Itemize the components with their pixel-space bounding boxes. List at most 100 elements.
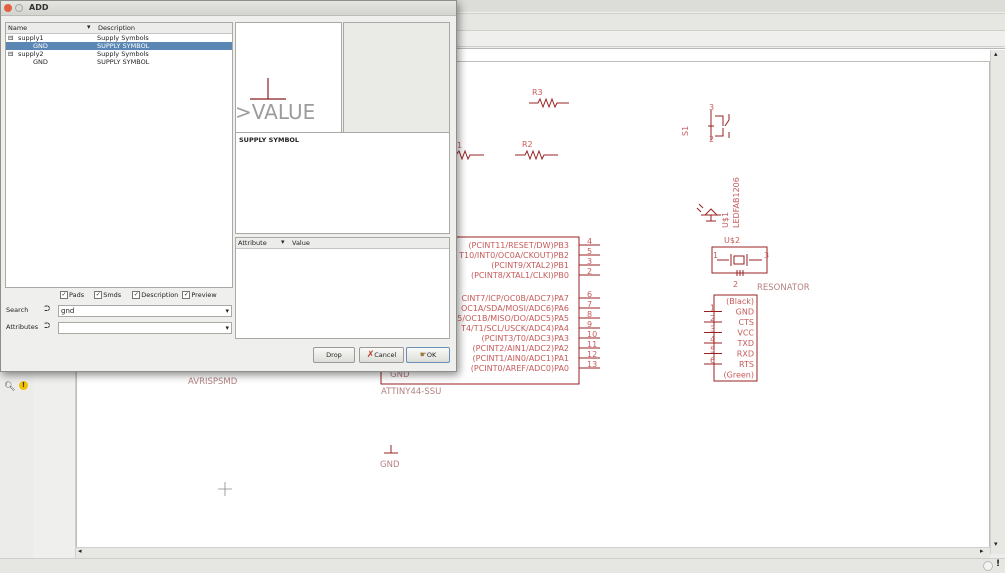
ftdi-pins: (Black) 1 GND 2 CTS 3 VCC 4 TXD 5 RXD 6 RTS (Green) <box>704 297 754 380</box>
ftdi-pin-label: RXD <box>737 350 754 359</box>
zoom-icon[interactable]: 🔍︎ <box>4 382 15 392</box>
resonator-symbol <box>711 246 768 276</box>
info-warning-icon[interactable]: ! <box>19 381 28 390</box>
tree-row[interactable]: GND SUPPLY SYMBOL <box>6 42 232 50</box>
drop-button[interactable]: Drop <box>313 347 355 363</box>
tree-row-description: SUPPLY SYMBOL <box>97 58 150 66</box>
ftdi-pin-label: TXD <box>736 339 754 348</box>
cancel-button[interactable]: ✗Cancel <box>359 347 404 363</box>
tree-row[interactable]: GND SUPPLY SYMBOL <box>6 58 232 66</box>
attiny-pin-label: T4/T1/SCL/USCK/ADC4)PA4 <box>460 324 569 333</box>
tree-header: Name ▾ Description <box>6 23 232 34</box>
attiny-pin-label: (PCINT1/AIN0/ADC1)PA1 <box>473 354 569 363</box>
attiny-pin-number: 5 <box>587 247 592 256</box>
attiny-pin-number: 2 <box>587 267 592 276</box>
r2-label: R2 <box>522 140 533 149</box>
ftdi-pin-label: CTS <box>738 318 754 327</box>
cancel-label: Cancel <box>374 351 397 359</box>
description-checkbox[interactable]: ✓ Description <box>132 291 178 299</box>
drop-label: Drop <box>326 351 342 359</box>
search-value: gnd <box>61 307 75 315</box>
r3-label: R3 <box>532 88 543 97</box>
column-header-description[interactable]: Description <box>98 24 135 32</box>
resonator-label: RESONATOR <box>757 283 810 293</box>
attiny-pin-number: 10 <box>587 330 597 339</box>
r1-label-partial: 1 <box>457 141 462 150</box>
search-dropdown-icon[interactable]: ▾ <box>225 306 229 316</box>
scroll-down-arrow-icon[interactable]: ▾ <box>994 540 998 548</box>
close-icon[interactable] <box>4 4 12 12</box>
attribute-table-header: Attribute ▾ Value <box>236 238 449 249</box>
preview-checkbox[interactable]: ✓ Preview <box>182 291 217 299</box>
maximize-icon[interactable] <box>15 4 23 12</box>
scroll-up-arrow-icon[interactable]: ▴ <box>994 50 998 58</box>
search-input[interactable]: gnd ▾ <box>58 305 232 317</box>
attiny-pin-number: 13 <box>587 360 597 369</box>
vertical-scrollbar[interactable]: ▴ ▾ <box>990 50 1005 554</box>
tree-row-description: SUPPLY SYMBOL <box>97 42 150 50</box>
dialog-title: ADD <box>29 3 49 12</box>
library-tree[interactable]: Name ▾ Description supply1 ⊟ Supply Symbol… <box>5 22 233 288</box>
search-label: Search <box>6 306 29 314</box>
attributes-dropdown-icon[interactable]: ▾ <box>225 323 229 333</box>
attiny-pin-label: CINT7/ICP/OC0B/ADC7)PA7 <box>461 294 569 303</box>
smds-checkbox[interactable]: ✓ Smds <box>94 291 121 299</box>
column-header-attribute[interactable]: Attribute <box>238 239 267 247</box>
tree-row-name: GND <box>33 42 48 50</box>
attribute-table[interactable]: Attribute ▾ Value <box>235 237 450 339</box>
column-sort-icon[interactable]: ▾ <box>87 23 91 31</box>
attributes-tag-icon: ⮊ <box>44 321 51 330</box>
check-icon: ✓ <box>132 291 141 299</box>
status-bar: ! <box>0 558 1005 573</box>
column-header-name[interactable]: Name <box>8 24 27 32</box>
attiny-pin-label: (PCINT2/AIN1/ADC2)PA2 <box>473 344 569 353</box>
origin-crosshair <box>218 482 232 496</box>
avrisp-label: AVRISPSMD <box>188 377 238 387</box>
description-box: SUPPLY SYMBOL <box>235 132 450 234</box>
status-alert-icon: ! <box>996 559 1001 569</box>
attiny-pin-number: 4 <box>587 237 592 246</box>
ftdi-pin-label: (Black) <box>726 297 754 306</box>
attiny-pin-number: 12 <box>587 350 597 359</box>
ftdi-pin-number: 6 <box>710 356 715 365</box>
description-text: SUPPLY SYMBOL <box>239 136 300 144</box>
column-header-value[interactable]: Value <box>292 239 310 247</box>
u2-label: U$2 <box>724 236 740 245</box>
ftdi-pin-label: VCC <box>737 329 754 338</box>
ftdi-pin-label: (Green) <box>724 371 754 380</box>
gnd-symbol <box>384 445 398 454</box>
tree-expander-icon[interactable]: ⊟ <box>8 50 13 58</box>
attiny-label: ATTINY44-SSU <box>381 387 441 397</box>
ftdi-pin-number: 5 <box>710 346 715 355</box>
tree-rows: supply1 ⊟ Supply Symbols GND SUPPLY SYMBOL su… <box>6 34 232 66</box>
ok-hand-icon: ☛ <box>419 350 427 359</box>
attiny-pin-label: 5/OC1B/MISO/DO/ADC5)PA5 <box>457 314 569 323</box>
tree-row[interactable]: supply2 ⊟ Supply Symbols <box>6 50 232 58</box>
scroll-left-arrow-icon[interactable]: ◂ <box>78 547 82 555</box>
ok-label: OK <box>426 351 437 359</box>
attributes-input[interactable]: ▾ <box>58 322 232 334</box>
ftdi-pin-number: 1 <box>710 304 715 313</box>
parameter-toolbar <box>455 13 1005 31</box>
ftdi-pin-number: 3 <box>710 325 715 334</box>
tree-row-description: Supply Symbols <box>97 34 149 42</box>
column-sort-icon[interactable]: ▾ <box>281 238 285 246</box>
scroll-right-arrow-icon[interactable]: ▸ <box>980 547 984 555</box>
attiny-pin-label: (PCINT0/AREF/ADC0)PA0 <box>471 364 569 373</box>
tree-expander-icon[interactable]: ⊟ <box>8 34 13 42</box>
ok-button[interactable]: ☛OK <box>406 347 450 363</box>
attiny-pin-number: 11 <box>587 340 597 349</box>
tree-row[interactable]: supply1 ⊟ Supply Symbols <box>6 34 232 42</box>
preview-label: Preview <box>191 291 217 299</box>
pads-checkbox[interactable]: ✓ Pads <box>60 291 84 299</box>
tree-row-description: Supply Symbols <box>97 50 149 58</box>
check-icon: ✓ <box>94 291 103 299</box>
s1-label: S1 <box>681 126 690 136</box>
pads-label: Pads <box>69 291 85 299</box>
horizontal-scrollbar[interactable]: ◂ ▸ <box>76 547 990 558</box>
package-preview <box>343 22 450 133</box>
search-tag-icon: ⮊ <box>44 304 51 313</box>
attiny-pin-number: 3 <box>587 257 592 266</box>
preview-value-text: >VALUE <box>235 100 316 124</box>
attiny-pin-label: OC1A/SDA/MOSI/ADC6)PA6 <box>461 304 569 313</box>
